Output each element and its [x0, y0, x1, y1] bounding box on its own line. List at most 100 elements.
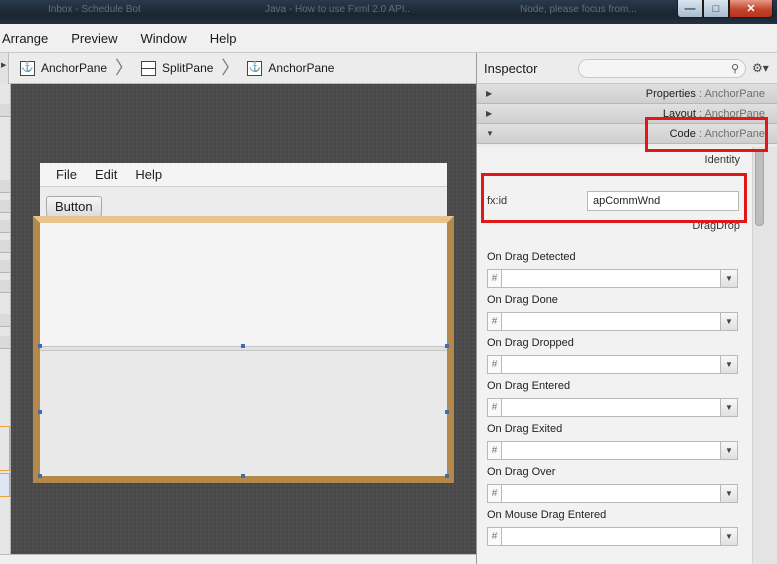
- event-label: On Drag Dropped: [487, 337, 574, 349]
- gear-icon[interactable]: ⚙▾: [752, 61, 769, 75]
- triangle-down-icon: ▼: [486, 129, 494, 138]
- resize-handle[interactable]: [38, 344, 42, 348]
- hash-icon: #: [487, 484, 502, 503]
- hash-icon: #: [487, 269, 502, 288]
- event-handler-field[interactable]: # ▼: [487, 484, 739, 503]
- breadcrumb-separator-icon: 〉: [115, 58, 134, 78]
- event-handler-input[interactable]: [502, 312, 721, 331]
- left-panel-tab[interactable]: [0, 314, 10, 327]
- hash-icon: #: [487, 398, 502, 417]
- hash-icon: #: [487, 441, 502, 460]
- left-panel-tab[interactable]: [0, 180, 10, 193]
- event-handler-input[interactable]: [502, 527, 721, 546]
- inspector-title: Inspector: [484, 60, 538, 76]
- event-handler-field[interactable]: # ▼: [487, 398, 739, 417]
- dropdown-arrow-icon[interactable]: ▼: [721, 484, 738, 503]
- annotation-highlight-fxid: [481, 173, 747, 223]
- resize-handle[interactable]: [445, 410, 449, 414]
- event-on-drag-dropped: On Drag Dropped # ▼: [487, 337, 739, 374]
- left-panel-selection: [0, 473, 10, 497]
- event-on-drag-entered: On Drag Entered # ▼: [487, 380, 739, 417]
- dropdown-arrow-icon[interactable]: ▼: [721, 312, 738, 331]
- maximize-button[interactable]: □: [703, 0, 729, 18]
- breadcrumb: ▶ ⚓ AnchorPane 〉 SplitPane 〉 ⚓ AnchorPan…: [0, 52, 476, 84]
- splitpane-icon: [141, 60, 157, 76]
- left-panel-tab[interactable]: [0, 260, 10, 273]
- inspector-scrollbar[interactable]: [752, 147, 777, 564]
- preview-toolbar[interactable]: Button: [40, 187, 447, 217]
- menu-help[interactable]: Help: [210, 31, 237, 46]
- left-panel-tab[interactable]: [0, 280, 10, 293]
- taskbar-ghost-text: Inbox - Schedule Bot: [48, 4, 141, 15]
- event-handler-field[interactable]: # ▼: [487, 527, 739, 546]
- section-label: Properties: [645, 87, 696, 100]
- breadcrumb-item-anchorpane-child[interactable]: ⚓ AnchorPane: [247, 60, 335, 76]
- preview-menu-edit[interactable]: Edit: [95, 167, 117, 182]
- scrollbar-thumb[interactable]: [755, 150, 764, 226]
- splitpane-bottom-pane[interactable]: [40, 351, 447, 476]
- breadcrumb-label: SplitPane: [162, 61, 214, 75]
- event-handler-input[interactable]: [502, 355, 721, 374]
- preview-menubar[interactable]: File Edit Help: [40, 163, 447, 187]
- resize-handle[interactable]: [38, 410, 42, 414]
- event-handler-field[interactable]: # ▼: [487, 312, 739, 331]
- resize-handle[interactable]: [38, 474, 42, 478]
- taskbar-ghost-text: Node, please focus from...: [520, 4, 637, 15]
- dropdown-arrow-icon[interactable]: ▼: [721, 355, 738, 374]
- event-label: On Drag Entered: [487, 380, 571, 392]
- dropdown-arrow-icon[interactable]: ▼: [721, 269, 738, 288]
- layout-preview[interactable]: File Edit Help Button: [33, 163, 454, 483]
- event-handler-input[interactable]: [502, 398, 721, 417]
- left-panel-tab[interactable]: [0, 240, 10, 253]
- anchor-icon: ⚓: [247, 60, 263, 76]
- hash-icon: #: [487, 355, 502, 374]
- dropdown-arrow-icon[interactable]: ▼: [721, 527, 738, 546]
- left-panel-tab[interactable]: [0, 336, 10, 349]
- left-panel-selection: [0, 426, 10, 471]
- breadcrumb-item-anchorpane[interactable]: ⚓ AnchorPane: [20, 60, 107, 76]
- identity-header: Identity: [704, 154, 740, 166]
- event-on-drag-done: On Drag Done # ▼: [487, 294, 739, 331]
- event-label: On Mouse Drag Entered: [487, 509, 607, 521]
- design-canvas[interactable]: File Edit Help Button: [11, 84, 476, 554]
- selected-anchorpane[interactable]: [33, 216, 454, 483]
- resize-handle[interactable]: [445, 474, 449, 478]
- left-panel-tab[interactable]: [0, 104, 10, 117]
- splitpane-top-pane[interactable]: [40, 223, 447, 346]
- event-handler-field[interactable]: # ▼: [487, 355, 739, 374]
- left-panel-tab[interactable]: [0, 220, 10, 233]
- close-button[interactable]: ✕: [729, 0, 773, 18]
- event-handler-input[interactable]: [502, 269, 721, 288]
- left-panel-tab[interactable]: [0, 200, 10, 213]
- event-handler-input[interactable]: [502, 484, 721, 503]
- preview-menu-file[interactable]: File: [56, 167, 77, 182]
- breadcrumb-label: AnchorPane: [268, 61, 335, 75]
- resize-handle[interactable]: [445, 344, 449, 348]
- event-handler-input[interactable]: [502, 441, 721, 460]
- resize-handle[interactable]: [241, 474, 245, 478]
- annotation-highlight-code-section: [645, 117, 768, 152]
- minimize-button[interactable]: —: [677, 0, 703, 18]
- dropdown-arrow-icon[interactable]: ▼: [721, 398, 738, 417]
- menu-window[interactable]: Window: [141, 31, 187, 46]
- menu-preview[interactable]: Preview: [71, 31, 117, 46]
- event-on-mouse-drag-entered: On Mouse Drag Entered # ▼: [487, 509, 739, 546]
- event-handler-field[interactable]: # ▼: [487, 269, 739, 288]
- menu-arrange[interactable]: Arrange: [2, 31, 48, 46]
- inspector-search-input[interactable]: ⚲: [578, 58, 746, 78]
- window-titlebar: Inbox - Schedule Bot Java - How to use F…: [0, 0, 777, 24]
- event-label: On Drag Done: [487, 294, 558, 306]
- breadcrumb-item-splitpane[interactable]: SplitPane: [141, 60, 214, 76]
- event-on-drag-detected: On Drag Detected # ▼: [487, 251, 739, 288]
- inspector-header: Inspector ⚲ ⚙▾: [477, 53, 777, 84]
- window-controls: — □ ✕: [677, 0, 773, 18]
- hash-icon: #: [487, 312, 502, 331]
- preview-button[interactable]: Button: [46, 196, 102, 217]
- left-panel-edge[interactable]: [0, 84, 11, 554]
- event-handler-field[interactable]: # ▼: [487, 441, 739, 460]
- dropdown-arrow-icon[interactable]: ▼: [721, 441, 738, 460]
- anchor-icon: ⚓: [20, 60, 35, 76]
- section-properties[interactable]: ▶ Properties : AnchorPane: [477, 84, 777, 104]
- resize-handle[interactable]: [241, 344, 245, 348]
- preview-menu-help[interactable]: Help: [135, 167, 162, 182]
